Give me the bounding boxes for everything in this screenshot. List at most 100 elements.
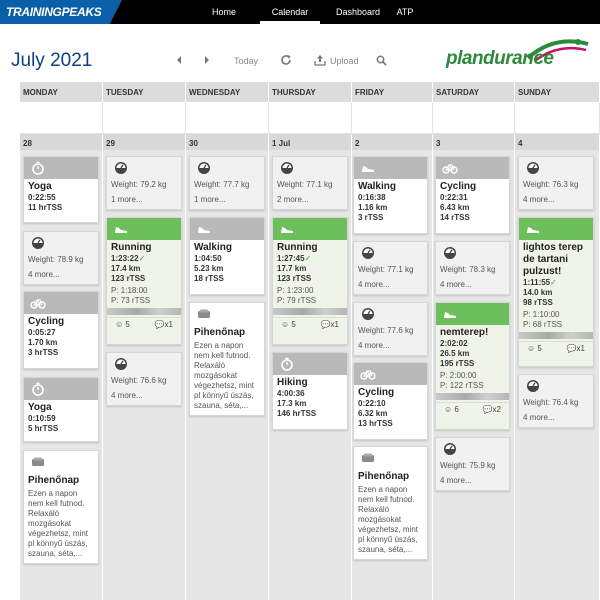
metrics-card[interactable]: Weight: 78.9 kg 4 more... xyxy=(23,231,99,285)
planned-tss: P: 122 rTSS xyxy=(440,381,484,390)
nav-atp[interactable]: ATP xyxy=(388,0,422,24)
metrics-card[interactable]: Weight: 77.7 kg 1 more... xyxy=(189,156,265,210)
upload-button[interactable]: Upload xyxy=(330,56,359,66)
bed-icon xyxy=(360,451,376,465)
metrics-card[interactable]: Weight: 77.6 kg 4 more... xyxy=(353,302,428,356)
workout-card-cycling[interactable]: Cycling 0:22:10 6.32 km 13 hrTSS xyxy=(353,362,428,440)
calendar-toolbar: July 2021 Today Upload plandurance xyxy=(0,24,600,82)
weight-value: Weight: 76.6 kg xyxy=(111,376,167,385)
bed-icon xyxy=(30,455,46,469)
more-link[interactable]: 4 more... xyxy=(354,279,427,290)
metrics-card[interactable]: Weight: 77.1 kg 2 more... xyxy=(272,156,348,210)
workout-card-walking[interactable]: Walking 1:04:50 5.23 km 18 rTSS xyxy=(189,217,265,295)
workout-title: nemterep! xyxy=(440,327,489,338)
workout-title: Running xyxy=(277,242,318,253)
metrics-card[interactable]: Weight: 76.3 kg 4 more... xyxy=(518,156,594,210)
scale-icon xyxy=(113,161,129,175)
planned-tss: P: 79 rTSS xyxy=(277,296,317,305)
more-link[interactable]: 1 more... xyxy=(107,194,181,205)
workout-card-yoga[interactable]: Yoga 0:22:55 11 hrTSS xyxy=(23,156,99,223)
search-icon[interactable] xyxy=(376,55,387,66)
more-link[interactable]: 4 more... xyxy=(519,412,593,423)
more-link[interactable]: 2 more... xyxy=(273,194,347,205)
comment-count[interactable]: ☺ 5 xyxy=(115,320,130,329)
nav-dashboard[interactable]: Dashboard xyxy=(330,0,386,24)
workout-tss: 11 hrTSS xyxy=(28,203,63,212)
rest-title: Pihenőnap xyxy=(28,475,80,486)
workout-card-cycling[interactable]: Cycling 0:05:27 1.70 km 3 hrTSS xyxy=(23,291,99,369)
workout-card-yoga[interactable]: Yoga 0:10:59 5 hrTSS xyxy=(23,377,99,442)
refresh-icon[interactable] xyxy=(280,54,292,66)
like-count[interactable]: 💬x1 xyxy=(155,320,173,329)
more-link[interactable]: 4 more... xyxy=(107,390,181,401)
more-link[interactable]: 4 more... xyxy=(354,340,427,351)
date-label: 3 xyxy=(433,134,515,150)
week-summary-cell xyxy=(352,102,433,134)
like-count[interactable]: 💬x1 xyxy=(567,344,585,353)
more-link[interactable]: 4 more... xyxy=(519,194,593,205)
metrics-card[interactable]: Weight: 75.9 kg 4 more... xyxy=(435,437,510,491)
planned-duration: P: 2:00:00 xyxy=(440,371,477,380)
previous-arrow-icon[interactable] xyxy=(175,55,183,65)
weight-value: Weight: 78.9 kg xyxy=(28,255,84,264)
day-header-saturday: SATURDAY xyxy=(433,82,515,102)
metrics-card[interactable]: Weight: 76.6 kg 4 more... xyxy=(106,352,182,406)
workout-duration: 1:11:55✓ xyxy=(523,278,557,287)
workout-tss: 3 hrTSS xyxy=(28,348,59,357)
comment-count[interactable]: ☺ 6 xyxy=(444,405,459,414)
workout-card-running[interactable]: Running 1:23:22✓ 17.4 km 123 rTSS P: 1:1… xyxy=(106,217,182,345)
like-count[interactable]: 💬x1 xyxy=(321,320,339,329)
plandurance-logo: plandurance xyxy=(446,36,596,80)
day-header-wednesday: WEDNESDAY xyxy=(186,82,269,102)
workout-distance: 17.4 km xyxy=(111,264,141,273)
workout-title: Walking xyxy=(194,242,232,253)
workout-card-hiking[interactable]: Hiking 4:00:36 17.3 km 146 hrTSS xyxy=(272,352,348,430)
rest-description: Ezen a napon nem kell futnod. Relaxáló m… xyxy=(358,485,419,554)
workout-card-running[interactable]: nemterep! 2:02:02 26.5 km 195 rTSS P: 2:… xyxy=(435,302,510,430)
metrics-card[interactable]: Weight: 79.2 kg 1 more... xyxy=(106,156,182,210)
workout-title: Cycling xyxy=(28,316,65,327)
metrics-card[interactable]: Weight: 77.1 kg 4 more... xyxy=(353,241,428,295)
upload-icon[interactable] xyxy=(314,54,326,66)
metrics-card[interactable]: Weight: 78.3 kg 4 more... xyxy=(435,241,510,295)
weight-value: Weight: 77.1 kg xyxy=(277,180,333,189)
workout-duration: 0:16:38 xyxy=(358,193,386,202)
workout-card-walking[interactable]: Walking 0:16:38 1.16 km 3 rTSS xyxy=(353,156,428,234)
workout-tss: 14 rTSS xyxy=(440,213,470,222)
more-link[interactable]: 1 more... xyxy=(190,194,264,205)
scale-icon xyxy=(360,307,376,321)
workout-duration: 0:22:10 xyxy=(358,399,386,408)
nav-calendar[interactable]: Calendar xyxy=(260,0,320,24)
scale-icon xyxy=(113,357,129,371)
workout-card-running[interactable]: lightos terep de tartani pulzust! 1:11:5… xyxy=(518,217,594,367)
like-count[interactable]: 💬x2 xyxy=(483,405,501,414)
completed-check-icon: ✓ xyxy=(138,254,146,263)
blurred-route-map xyxy=(436,393,509,400)
weight-value: Weight: 77.7 kg xyxy=(194,180,250,189)
rest-day-card[interactable]: Pihenőnap Ezen a napon nem kell futnod. … xyxy=(353,446,428,560)
nav-home[interactable]: Home xyxy=(200,0,248,24)
workout-tss: 5 hrTSS xyxy=(28,424,59,433)
more-link[interactable]: 4 more... xyxy=(24,269,98,280)
scale-icon xyxy=(196,161,212,175)
rest-day-card[interactable]: Pihenőnap Ezen a napon nem kell futnod. … xyxy=(23,450,99,564)
workout-duration: 4:00:36 xyxy=(277,389,305,398)
workout-card-cycling[interactable]: Cycling 0:22:31 6.43 km 14 rTSS xyxy=(435,156,510,234)
more-link[interactable]: 4 more... xyxy=(436,475,509,486)
top-navigation-bar: TRAININGPEAKS Home Calendar Dashboard AT… xyxy=(0,0,600,24)
date-label: 1 Jul xyxy=(269,134,352,150)
workout-tss: 3 rTSS xyxy=(358,213,384,222)
metrics-card[interactable]: Weight: 76.4 kg 4 more... xyxy=(518,374,594,428)
workout-card-running[interactable]: Running 1:27:45✓ 17.7 km 123 rTSS P: 1:2… xyxy=(272,217,348,345)
comment-count[interactable]: ☺ 5 xyxy=(527,344,542,353)
rest-description: Ezen a napon nem kell futnod. Relaxáló m… xyxy=(28,489,89,558)
trainingpeaks-logo[interactable]: TRAININGPEAKS xyxy=(0,0,122,24)
today-button[interactable]: Today xyxy=(234,56,258,66)
comment-count[interactable]: ☺ 5 xyxy=(281,320,296,329)
shoe-icon xyxy=(360,161,376,175)
blurred-route-map xyxy=(273,308,347,315)
rest-day-card[interactable]: Pihenőnap Ezen a napon nem kell futnod. … xyxy=(189,302,265,416)
scale-icon xyxy=(442,442,458,456)
next-arrow-icon[interactable] xyxy=(203,55,211,65)
more-link[interactable]: 4 more... xyxy=(436,279,509,290)
